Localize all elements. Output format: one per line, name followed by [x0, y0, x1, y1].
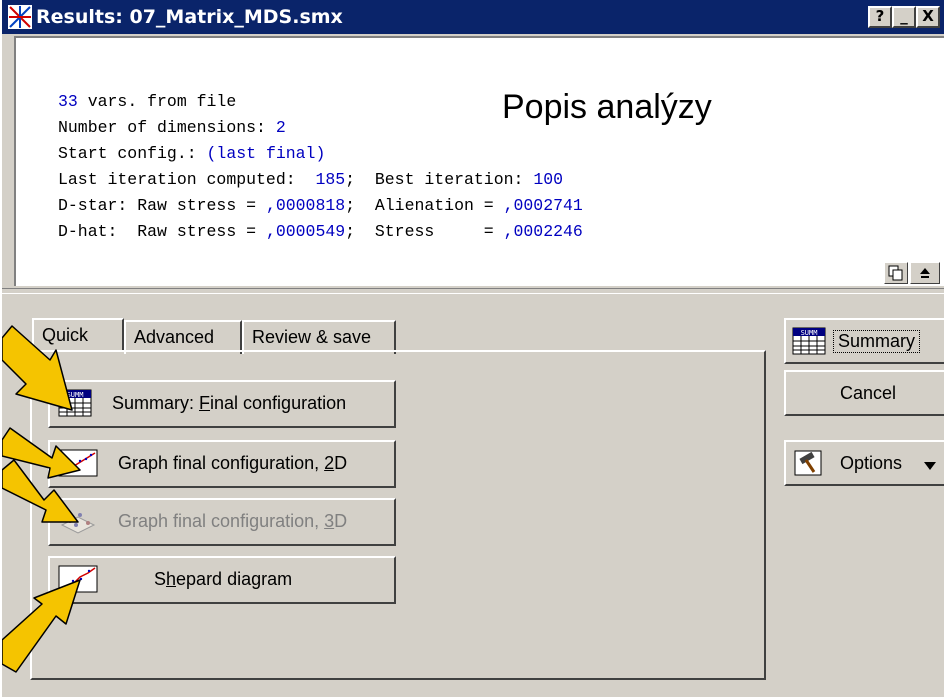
minimize-button[interactable]: _: [892, 6, 916, 28]
graph-2d-label: Graph final configuration, 2D: [118, 453, 348, 473]
results-window: Results: 07_Matrix_MDS.smx ? _ X 33 vars…: [0, 0, 944, 697]
options-hammer-icon: [794, 450, 822, 476]
dropdown-arrow-icon: [924, 462, 936, 470]
summary-button[interactable]: SUMM Summary: [784, 318, 944, 364]
graph-3d-label: Graph final configuration, 3D: [118, 511, 348, 531]
collapse-text-button[interactable]: [910, 262, 940, 284]
arrow-pointing-summary: [2, 325, 73, 411]
arrow-up-icon: [920, 268, 930, 278]
help-button[interactable]: ?: [868, 6, 892, 28]
copy-icon: [888, 265, 903, 281]
title-bar[interactable]: Results: 07_Matrix_MDS.smx ? _ X: [2, 0, 944, 34]
results-line-4: Last iteration computed: 185; Best itera…: [58, 170, 564, 189]
summary-final-configuration-label: Summary: Final configuration: [112, 393, 347, 413]
shepard-diagram-label: Shepard diagram: [154, 569, 293, 589]
cancel-button-label: Cancel: [840, 383, 897, 403]
analysis-description-label: Popis analýzy: [502, 88, 712, 126]
cancel-button[interactable]: Cancel: [784, 370, 944, 416]
results-line-5: D-star: Raw stress = ,0000818; Alienatio…: [58, 196, 583, 215]
svg-text:SUMM: SUMM: [801, 329, 818, 337]
summary-grid-icon: SUMM: [792, 327, 826, 355]
tab-review-save[interactable]: Review & save: [242, 320, 396, 354]
close-button[interactable]: X: [916, 6, 940, 28]
results-text-area[interactable]: 33 vars. from file Number of dimensions:…: [14, 36, 944, 286]
options-button-label: Options: [840, 453, 903, 473]
pane-splitter[interactable]: [2, 288, 944, 294]
results-line-6: D-hat: Raw stress = ,0000549; Stress = ,…: [58, 222, 583, 241]
options-button[interactable]: Options: [784, 440, 944, 486]
copy-text-button[interactable]: [884, 262, 908, 284]
annotation-arrows: [2, 325, 81, 673]
arrow-pointing-shepard: [2, 579, 81, 673]
tab-advanced[interactable]: Advanced: [124, 320, 242, 354]
summary-button-label: Summary: [832, 330, 921, 353]
